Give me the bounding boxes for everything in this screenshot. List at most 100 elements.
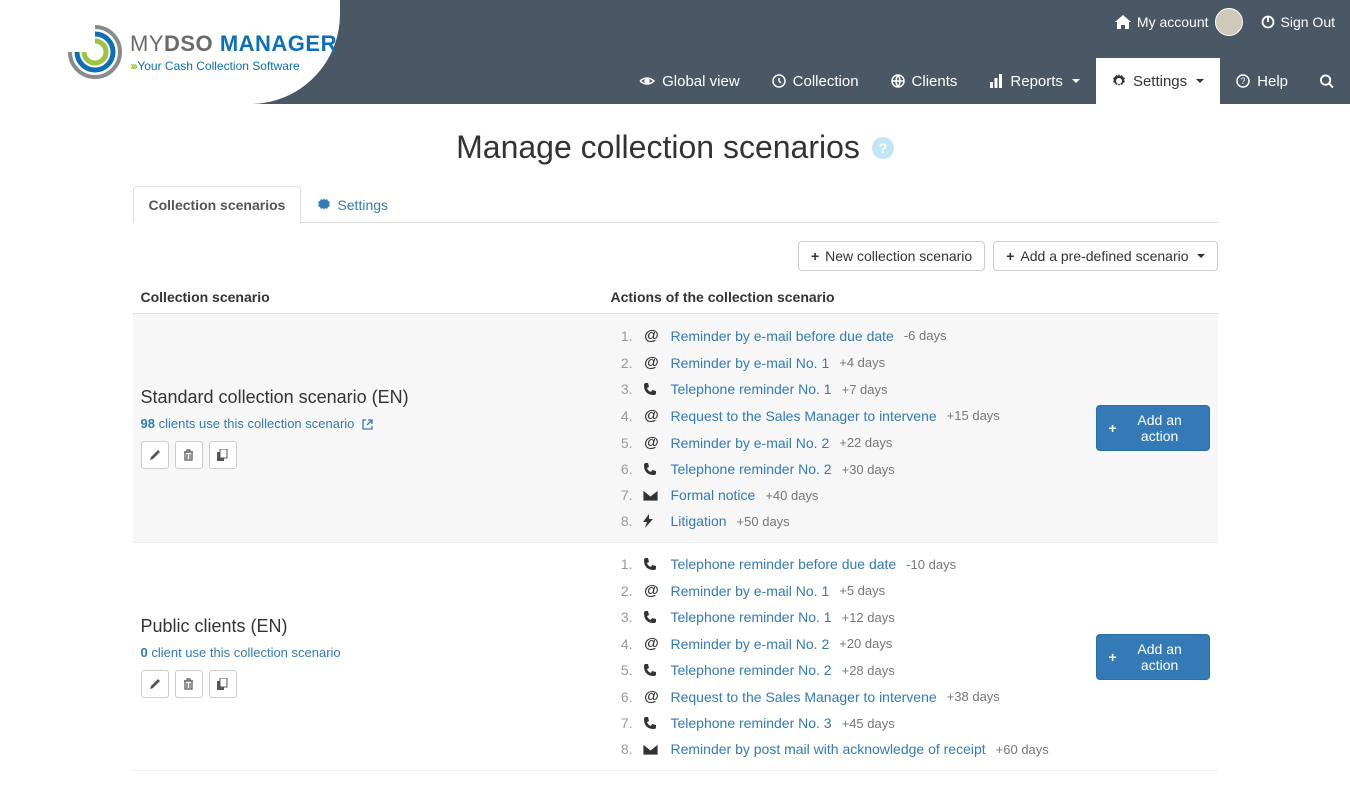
envelope-icon	[643, 490, 661, 501]
duplicate-button[interactable]	[209, 670, 237, 698]
at-icon: @	[643, 327, 661, 344]
action-link[interactable]: Litigation	[671, 513, 727, 529]
plus-icon: +	[1109, 649, 1117, 665]
col-header-scenario: Collection scenario	[133, 281, 603, 314]
action-link[interactable]: Request to the Sales Manager to interven…	[671, 408, 937, 424]
at-icon: @	[643, 407, 661, 424]
step-number: 4.	[611, 636, 633, 652]
phone-icon	[643, 462, 661, 476]
add-action-button[interactable]: + Add an action	[1096, 405, 1210, 451]
delete-button[interactable]	[175, 441, 203, 469]
action-days: +22 days	[839, 435, 892, 450]
my-account-label: My account	[1137, 14, 1209, 30]
action-link[interactable]: Formal notice	[671, 487, 756, 503]
action-link[interactable]: Reminder by post mail with acknowledge o…	[671, 741, 986, 757]
action-days: +12 days	[842, 610, 895, 625]
action-item: 7. Formal notice +40 days	[611, 482, 1080, 508]
at-icon: @	[643, 635, 661, 652]
action-link[interactable]: Reminder by e-mail No. 1	[671, 583, 830, 599]
toolbar: + New collection scenario + Add a pre-de…	[133, 241, 1218, 271]
step-number: 2.	[611, 583, 633, 599]
nav-clients[interactable]: Clients	[875, 58, 974, 104]
at-icon: @	[643, 434, 661, 451]
action-link[interactable]: Reminder by e-mail No. 1	[671, 355, 830, 371]
svg-text:?: ?	[1241, 76, 1246, 86]
add-action-button[interactable]: + Add an action	[1096, 634, 1210, 680]
eye-icon	[639, 75, 655, 87]
clock-icon	[772, 74, 786, 88]
step-number: 6.	[611, 689, 633, 705]
action-item: 5. Telephone reminder No. 2 +28 days	[611, 657, 1080, 683]
phone-icon	[643, 716, 661, 730]
copy-icon	[217, 678, 229, 690]
tab-settings[interactable]: Settings	[301, 186, 404, 223]
home-icon	[1115, 15, 1131, 29]
action-link[interactable]: Telephone reminder No. 1	[671, 381, 832, 397]
nav-help[interactable]: ? Help	[1220, 58, 1304, 104]
nav-settings[interactable]: Settings	[1096, 58, 1220, 104]
at-icon: @	[643, 688, 661, 705]
sign-out-link[interactable]: Sign Out	[1261, 14, 1335, 30]
phone-icon	[643, 382, 661, 396]
at-icon: @	[643, 582, 661, 599]
logo-tagline: Your Cash Collection Software	[130, 59, 337, 73]
clients-using[interactable]: 98 clients use this collection scenario	[141, 416, 595, 431]
action-days: +4 days	[839, 355, 885, 370]
globe-icon	[891, 74, 905, 88]
clients-using[interactable]: 0 client use this collection scenario	[141, 645, 595, 660]
action-item: 2. @ Reminder by e-mail No. 1 +5 days	[611, 577, 1080, 604]
action-link[interactable]: Telephone reminder before due date	[671, 556, 897, 572]
step-number: 6.	[611, 461, 633, 477]
step-number: 5.	[611, 662, 633, 678]
envelope-icon	[643, 744, 661, 755]
my-account-link[interactable]: My account	[1115, 8, 1243, 36]
action-link[interactable]: Telephone reminder No. 2	[671, 461, 832, 477]
plus-icon: +	[1006, 248, 1014, 264]
new-collection-scenario-button[interactable]: + New collection scenario	[798, 241, 985, 271]
nav-collection[interactable]: Collection	[756, 58, 875, 104]
action-link[interactable]: Telephone reminder No. 3	[671, 715, 832, 731]
delete-button[interactable]	[175, 670, 203, 698]
external-link-icon	[362, 419, 373, 430]
nav-reports[interactable]: Reports	[973, 58, 1096, 104]
scenario-name: Standard collection scenario (EN)	[141, 387, 595, 408]
action-item: 3. Telephone reminder No. 1 +7 days	[611, 376, 1080, 402]
action-item: 6. @ Request to the Sales Manager to int…	[611, 683, 1080, 710]
nav-global-view[interactable]: Global view	[623, 58, 756, 104]
logo-icon	[50, 17, 130, 87]
scenarios-table: Collection scenario Actions of the colle…	[133, 281, 1218, 771]
duplicate-button[interactable]	[209, 441, 237, 469]
action-link[interactable]: Reminder by e-mail before due date	[671, 328, 894, 344]
trash-icon	[183, 449, 194, 461]
tab-collection-scenarios[interactable]: Collection scenarios	[133, 186, 302, 223]
step-number: 7.	[611, 715, 633, 731]
gear-icon	[1112, 74, 1126, 88]
action-link[interactable]: Telephone reminder No. 1	[671, 609, 832, 625]
tabs: Collection scenarios Settings	[133, 186, 1218, 223]
action-item: 4. @ Request to the Sales Manager to int…	[611, 402, 1080, 429]
action-item: 1. @ Reminder by e-mail before due date …	[611, 322, 1080, 349]
help-icon: ?	[1236, 74, 1250, 88]
action-days: +5 days	[839, 583, 885, 598]
edit-button[interactable]	[141, 670, 169, 698]
step-number: 3.	[611, 381, 633, 397]
action-days: +40 days	[765, 488, 818, 503]
help-bubble-icon[interactable]: ?	[872, 137, 894, 159]
action-link[interactable]: Request to the Sales Manager to interven…	[671, 689, 937, 705]
col-header-actions: Actions of the collection scenario	[603, 281, 1088, 314]
action-item: 5. @ Reminder by e-mail No. 2 +22 days	[611, 429, 1080, 456]
action-link[interactable]: Reminder by e-mail No. 2	[671, 636, 830, 652]
logo[interactable]: MYDSO MANAGER Your Cash Collection Softw…	[0, 0, 340, 104]
step-number: 5.	[611, 435, 633, 451]
action-link[interactable]: Telephone reminder No. 2	[671, 662, 832, 678]
action-link[interactable]: Reminder by e-mail No. 2	[671, 435, 830, 451]
step-number: 8.	[611, 513, 633, 529]
edit-button[interactable]	[141, 441, 169, 469]
phone-icon	[643, 610, 661, 624]
nav-search[interactable]	[1304, 58, 1350, 104]
table-row: Standard collection scenario (EN) 98 cli…	[133, 314, 1218, 543]
add-predefined-scenario-button[interactable]: + Add a pre-defined scenario	[993, 241, 1217, 271]
action-days: +28 days	[842, 663, 895, 678]
action-days: +38 days	[947, 689, 1000, 704]
search-icon	[1320, 74, 1334, 89]
